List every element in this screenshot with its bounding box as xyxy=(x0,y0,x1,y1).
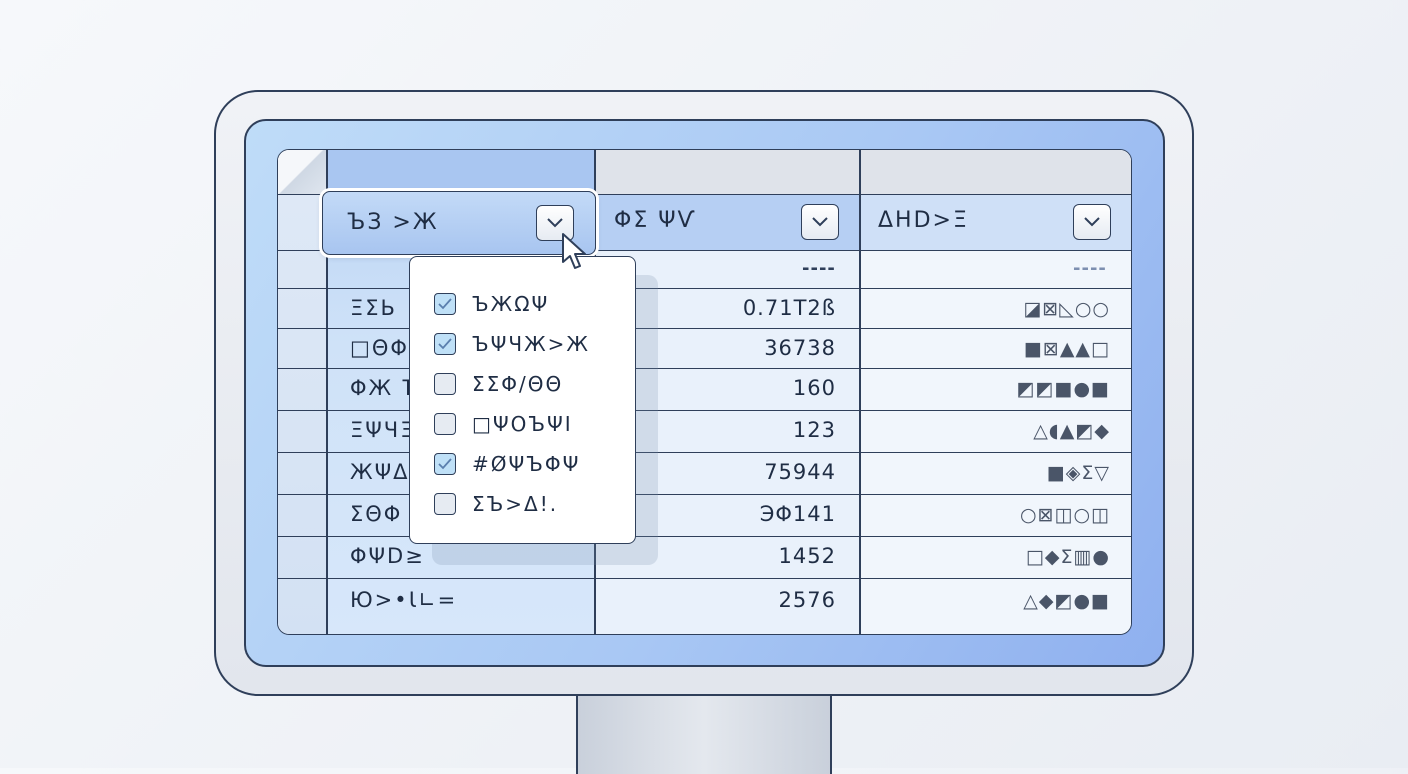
grid-line xyxy=(278,452,1131,454)
mouse-pointer-icon xyxy=(562,233,586,269)
column-2-header-label: ΦΣ ΨѴ xyxy=(614,208,697,233)
monitor-stand xyxy=(576,694,832,774)
row-label: ΞΨЧΞ xyxy=(350,418,416,442)
row-label: Ю>•Ɩ∟= xyxy=(350,588,458,612)
row-value: 1452 xyxy=(778,544,836,568)
row-shapes: △◆◩●■ xyxy=(1023,590,1110,612)
column-letter-cell-1 xyxy=(326,150,594,194)
row-shapes: ○⊠◫○◫ xyxy=(1020,504,1110,526)
checkbox-unchecked[interactable] xyxy=(434,413,456,435)
row-value: 36738 xyxy=(764,336,836,360)
row-number-column xyxy=(278,150,326,634)
column-3-subheader-marker: ---- xyxy=(1073,258,1107,279)
grid-line xyxy=(278,494,1131,496)
grid-line xyxy=(859,150,861,634)
row-label: □ΘΦ xyxy=(350,336,409,360)
column-1-header-label: ЪЗ >Ж xyxy=(347,210,439,235)
row-shapes: ◩◩■●■ xyxy=(1016,378,1110,400)
column-1-header[interactable]: ЪЗ >Ж xyxy=(322,191,596,255)
row-shapes: △◖▲◩◆ xyxy=(1033,420,1110,442)
filter-option[interactable]: ЪΨЧЖ>Ж xyxy=(434,329,590,359)
row-value: 75944 xyxy=(764,460,836,484)
row-label: ΦΨD≥ xyxy=(350,544,425,568)
filter-option[interactable]: ΣЪ>Δ!. xyxy=(434,489,558,519)
chevron-down-icon xyxy=(547,218,563,228)
grid-line xyxy=(278,368,1131,370)
row-shapes: ■⊠▲▲□ xyxy=(1023,338,1110,360)
row-label: ΞΣЬ xyxy=(350,296,397,320)
row-value: 160 xyxy=(792,376,836,400)
checkbox-unchecked[interactable] xyxy=(434,493,456,515)
select-all-corner[interactable] xyxy=(278,150,326,194)
grid-line xyxy=(278,536,1131,538)
filter-option[interactable]: □ΨΟЪΨΙ xyxy=(434,409,573,439)
column-3-header-label: ΔΗD>Ξ xyxy=(878,208,969,233)
chevron-down-icon xyxy=(812,217,828,227)
checkbox-checked[interactable] xyxy=(434,333,456,355)
row-shapes: □◆Σ▥● xyxy=(1025,546,1110,568)
checkbox-checked[interactable] xyxy=(434,453,456,475)
filter-popup: ЪЖΩΨ ЪΨЧЖ>Ж ΣΣΦ/ΘΘ □ΨΟЪΨΙ #ØΨЪΦΨ ΣЪ>Δ!. xyxy=(409,256,636,544)
filter-option-label: ΣЪ>Δ!. xyxy=(472,492,559,516)
column-2-subheader-marker: ---- xyxy=(802,258,836,279)
checkmark-icon xyxy=(438,298,452,310)
filter-option-label: □ΨΟЪΨΙ xyxy=(472,412,573,436)
grid-line xyxy=(278,410,1131,412)
row-value: 2576 xyxy=(778,588,836,612)
filter-option-label: ΣΣΦ/ΘΘ xyxy=(472,372,564,396)
row-value: 0.71T2ß xyxy=(742,296,836,320)
row-shapes: ◪⊠◺○○ xyxy=(1023,298,1110,320)
row-shapes: ■◈Σ▽ xyxy=(1046,462,1110,484)
row-value: 123 xyxy=(792,418,836,442)
grid-line xyxy=(278,578,1131,580)
checkbox-checked[interactable] xyxy=(434,293,456,315)
filter-option-label: ЪΨЧЖ>Ж xyxy=(472,332,590,356)
column-3-filter-button[interactable] xyxy=(1073,204,1111,240)
filter-option[interactable]: ЪЖΩΨ xyxy=(434,289,549,319)
filter-option[interactable]: ΣΣΦ/ΘΘ xyxy=(434,369,563,399)
filter-option[interactable]: #ØΨЪΦΨ xyxy=(434,449,580,479)
chevron-down-icon xyxy=(1084,217,1100,227)
grid-line xyxy=(278,288,1131,290)
grid-line xyxy=(278,328,1131,330)
checkmark-icon xyxy=(438,338,452,350)
column-2-filter-button[interactable] xyxy=(801,204,839,240)
filter-option-label: ЪЖΩΨ xyxy=(472,292,550,316)
row-label: ΣΘΦ xyxy=(350,502,403,526)
row-label: ЖΨΔ xyxy=(350,460,410,484)
checkbox-unchecked[interactable] xyxy=(434,373,456,395)
checkmark-icon xyxy=(438,458,452,470)
row-value: ЭΦ141 xyxy=(759,502,836,526)
filter-option-label: #ØΨЪΦΨ xyxy=(472,452,581,476)
